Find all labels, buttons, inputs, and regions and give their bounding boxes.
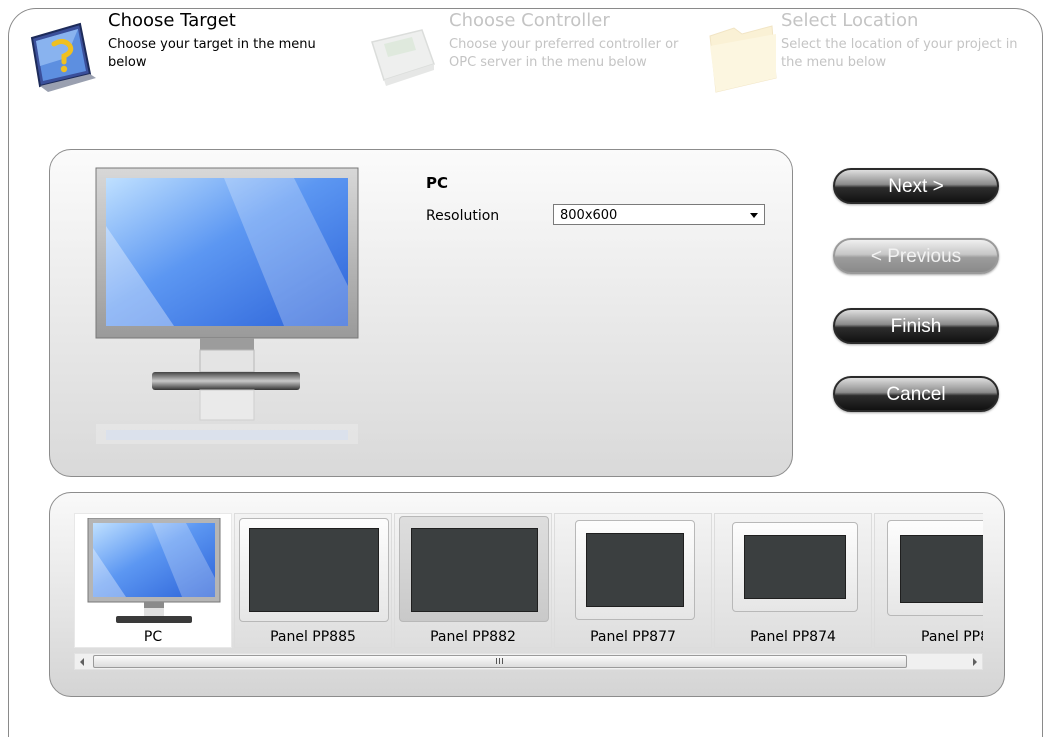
scrollbar-thumb[interactable] (93, 655, 907, 668)
device-item-pp874[interactable]: Panel PP874 (714, 513, 872, 648)
device-label: Panel PP874 (750, 629, 836, 645)
step-title: Select Location (781, 10, 919, 31)
device-item-pp882[interactable]: Panel PP882 (394, 513, 552, 648)
monitor-preview-icon (94, 166, 360, 456)
device-item-pp877[interactable]: Panel PP877 (554, 513, 712, 648)
chevron-down-icon[interactable] (750, 213, 758, 218)
device-item-pp885[interactable]: Panel PP885 (234, 513, 392, 648)
step-description: Choose your target in the menu below (108, 37, 316, 70)
step-description: Select the location of your project in t… (781, 37, 1018, 70)
device-label: Panel PP882 (430, 629, 516, 645)
panel-pp882-image (399, 516, 549, 622)
next-button[interactable]: Next > (833, 168, 999, 204)
gallery-horizontal-scrollbar[interactable] (74, 653, 983, 670)
controller-icon (368, 24, 438, 90)
step-select-location: Select Location Select the location of y… (781, 10, 1031, 72)
cancel-button[interactable]: Cancel (833, 376, 999, 412)
device-label: Panel PP885 (270, 629, 356, 645)
step-choose-target: Choose Target Choose your target in the … (108, 10, 348, 72)
panel-pp885-image (239, 518, 389, 622)
step-title: Choose Target (108, 10, 236, 31)
pc-monitor-icon (86, 517, 222, 630)
resolution-label: Resolution (426, 208, 500, 224)
target-name: PC (426, 174, 449, 192)
device-item-pc[interactable]: PC (74, 513, 232, 648)
scrollbar-grip-icon (496, 658, 505, 664)
target-detail-panel: PC Resolution 800x600 (49, 149, 793, 477)
device-label: Panel PP877 (590, 629, 676, 645)
scroll-left-arrow-icon[interactable] (80, 658, 84, 666)
panel-pp874-image (732, 522, 858, 612)
device-label: PC (143, 629, 163, 645)
step-title: Choose Controller (449, 10, 610, 31)
resolution-dropdown[interactable]: 800x600 (553, 204, 765, 225)
device-label: Panel PP8 (921, 629, 983, 645)
panel-pp8-image (887, 520, 983, 616)
device-gallery: PC Panel PP885 Panel PP882 Panel PP877 P… (74, 513, 983, 648)
target-question-icon (26, 22, 100, 94)
previous-button[interactable]: < Previous (833, 238, 999, 274)
finish-button[interactable]: Finish (833, 308, 999, 344)
scroll-right-arrow-icon[interactable] (973, 658, 977, 666)
device-gallery-panel: PC Panel PP885 Panel PP882 Panel PP877 P… (49, 492, 1005, 697)
resolution-value: 800x600 (560, 208, 618, 223)
step-choose-controller: Choose Controller Choose your preferred … (449, 10, 689, 72)
step-description: Choose your preferred controller or OPC … (449, 37, 679, 70)
device-item-pp8[interactable]: Panel PP8 (874, 513, 983, 648)
folder-icon (706, 22, 780, 96)
panel-pp877-image (575, 520, 695, 620)
